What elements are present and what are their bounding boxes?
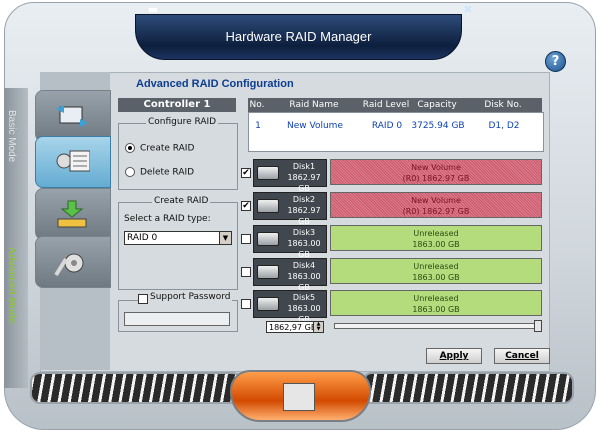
drive-arrow-icon xyxy=(57,200,87,228)
disk-checkbox[interactable]: ✔ xyxy=(241,201,251,211)
hard-drive-icon xyxy=(257,199,279,213)
right-grille xyxy=(362,372,574,404)
section-title: Advanced RAID Configuration xyxy=(136,78,294,90)
disk-checkbox[interactable] xyxy=(241,267,251,277)
cell-raid-level: RAID 0 xyxy=(371,121,403,131)
bar-line2: 1863.00 GB xyxy=(412,273,460,282)
bar-line2: (R0) 1862.97 GB xyxy=(402,174,470,183)
advanced-mode-tab[interactable]: Advanced Mode xyxy=(6,247,17,324)
bar-line1: New Volume xyxy=(411,163,461,172)
bar-line1: New Volume xyxy=(411,196,461,205)
disk-tile[interactable]: Disk5 1863.00 GB xyxy=(253,290,327,324)
tab-raid-config[interactable] xyxy=(35,136,111,188)
tab-swap[interactable] xyxy=(35,90,111,142)
basic-mode-tab[interactable]: Basic Mode xyxy=(6,110,17,162)
disk-tile[interactable]: Disk1 1862.97 GB xyxy=(253,159,327,193)
bar-line1: Unreleased xyxy=(413,262,459,271)
col-no: No. xyxy=(249,100,265,110)
apply-button[interactable]: Apply xyxy=(426,348,482,364)
title-bar: Hardware RAID Manager xyxy=(135,14,462,60)
hard-drive-icon xyxy=(257,232,279,246)
raid-type-value: RAID 0 xyxy=(127,233,158,243)
support-password-checkbox[interactable] xyxy=(138,294,148,304)
raid-config-icon xyxy=(56,150,90,172)
password-field[interactable] xyxy=(124,312,230,326)
raid-table: 1 New Volume RAID 0 3725.94 GB D1, D2 xyxy=(248,112,544,152)
left-grille xyxy=(30,372,242,404)
gears-wrench-icon xyxy=(54,253,84,277)
disk-name: Disk4 xyxy=(292,261,316,270)
disk-checkbox[interactable]: ✔ xyxy=(241,168,251,178)
cancel-button[interactable]: Cancel xyxy=(494,348,550,364)
cell-disk-no: D1, D2 xyxy=(488,121,520,131)
radio-empty-icon xyxy=(125,167,135,177)
delete-raid-label: Delete RAID xyxy=(140,167,195,178)
disk-size: 1863.00 GB xyxy=(287,239,321,259)
bar-line1: Unreleased xyxy=(413,294,459,303)
delete-raid-radio[interactable]: Delete RAID xyxy=(125,167,194,178)
slider-thumb[interactable] xyxy=(534,320,542,332)
controller-label: Controller 1 xyxy=(118,98,236,112)
bar-line1: Unreleased xyxy=(413,229,459,238)
col-raid-level: Raid Level xyxy=(362,100,410,110)
raid-table-header: No. Raid Name Raid Level Capacity Disk N… xyxy=(248,98,542,112)
disk-usage-bar[interactable]: New Volume (R0) 1862.97 GB xyxy=(330,159,542,185)
swap-arrows-icon xyxy=(56,105,88,127)
minimize-icon[interactable]: ▬ xyxy=(145,4,161,16)
raid-logo-icon xyxy=(283,383,315,411)
hard-drive-icon xyxy=(257,265,279,279)
bar-line2: 1863.00 GB xyxy=(412,305,460,314)
configure-raid-legend: Configure RAID xyxy=(146,117,219,127)
spin-arrows-icon[interactable]: ▲ ▼ xyxy=(313,322,323,332)
chevron-down-icon[interactable]: ▼ xyxy=(219,232,231,244)
hard-drive-icon xyxy=(257,166,279,180)
close-icon[interactable]: ✖ xyxy=(460,4,476,16)
disk-usage-bar[interactable]: Unreleased 1863.00 GB xyxy=(330,225,542,251)
bar-line2: 1863.00 GB xyxy=(412,240,460,249)
disk-usage-bar[interactable]: Unreleased 1863.00 GB xyxy=(330,258,542,284)
raid-type-select[interactable]: RAID 0 ▼ xyxy=(124,231,232,245)
create-raid-legend: Create RAID xyxy=(152,196,211,206)
tab-settings[interactable] xyxy=(35,236,111,288)
col-capacity: Capacity xyxy=(417,100,457,110)
create-raid-radio[interactable]: Create RAID xyxy=(125,143,194,154)
capacity-spinner[interactable]: 1862,97 GB ▲ ▼ xyxy=(266,321,324,333)
disk-tile[interactable]: Disk2 1862.97 GB xyxy=(253,192,327,226)
configure-raid-group xyxy=(118,123,238,190)
disk-usage-bar[interactable]: New Volume (R0) 1862.97 GB xyxy=(330,192,542,218)
create-raid-label: Create RAID xyxy=(140,143,195,154)
support-password-label: Support Password xyxy=(148,292,233,302)
disk-usage-bar[interactable]: Unreleased 1863.00 GB xyxy=(330,290,542,316)
disk-name: Disk1 xyxy=(292,162,316,171)
disk-tile[interactable]: Disk4 1863.00 GB xyxy=(253,258,327,292)
disk-checkbox[interactable] xyxy=(241,234,251,244)
disk-name: Disk3 xyxy=(292,228,316,237)
help-icon[interactable]: ? xyxy=(545,51,566,72)
disk-name: Disk5 xyxy=(292,293,316,302)
hard-drive-icon xyxy=(257,297,279,311)
col-raid-name: Raid Name xyxy=(289,100,339,110)
disk-size: 1862.97 GB xyxy=(287,173,321,193)
cell-capacity: 3725.94 GB xyxy=(411,121,465,131)
col-disk-no: Disk No. xyxy=(484,100,522,110)
capacity-value: 1862,97 GB xyxy=(269,323,317,332)
disk-tile[interactable]: Disk3 1863.00 GB xyxy=(253,225,327,259)
raid-type-label: Select a RAID type: xyxy=(124,214,211,224)
bar-line2: (R0) 1862.97 GB xyxy=(402,207,470,216)
disk-checkbox[interactable] xyxy=(241,299,251,309)
capacity-slider[interactable] xyxy=(334,320,542,332)
disk-size: 1862.97 GB xyxy=(287,206,321,226)
table-row[interactable]: 1 New Volume RAID 0 3725.94 GB D1, D2 xyxy=(249,119,543,133)
app-title: Hardware RAID Manager xyxy=(225,29,372,44)
disk-name: Disk2 xyxy=(292,195,316,204)
cell-no: 1 xyxy=(255,121,261,131)
tab-drive[interactable] xyxy=(35,188,111,240)
radio-selected-icon xyxy=(125,143,135,153)
cell-raid-name: New Volume xyxy=(287,121,343,131)
